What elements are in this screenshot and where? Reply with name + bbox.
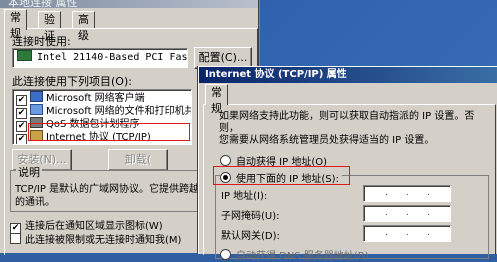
tab-authentication[interactable]: 验证 — [38, 11, 61, 42]
network-adapter-icon — [17, 50, 32, 61]
manual-ip-highlight-box — [213, 166, 350, 185]
ip-address-label: IP 地址(I): — [221, 191, 268, 202]
list-item-label: Microsoft 网络客户端 — [46, 93, 145, 104]
tab-general[interactable]: 常规 — [4, 9, 27, 40]
description-text-line2: 的通讯。 — [15, 197, 55, 208]
subnet-mask-input[interactable]: ... — [363, 205, 451, 222]
tcpip-highlight-box — [28, 123, 190, 141]
tcpip-dialog-titlebar: Internet 协议 (TCP/IP) 属性 — [199, 67, 497, 83]
tcpip-dialog-title: Internet 协议 (TCP/IP) 属性 — [205, 69, 347, 80]
radio-unselected-icon[interactable] — [220, 249, 231, 260]
connection-dialog-title: 本地连接 属性 — [8, 0, 78, 8]
ip-address-input[interactable]: ... — [363, 185, 451, 202]
network-client-icon — [30, 91, 43, 102]
connection-dialog-titlebar: 本地连接 属性 — [0, 0, 258, 8]
tab-advanced[interactable]: 高级 — [72, 11, 95, 42]
tcpip-properties-dialog: Internet 协议 (TCP/IP) 属性 常规 如果网络支持此功能，则可以… — [198, 66, 497, 262]
list-item-label: Microsoft 网络的文件和打印机共享 — [46, 106, 192, 117]
list-item[interactable]: ✔ Microsoft 网络的文件和打印机共享 — [16, 104, 192, 119]
tab-general[interactable]: 常规 — [205, 84, 228, 115]
checkbox-unchecked-icon[interactable] — [10, 233, 21, 244]
default-gateway-input[interactable]: ... — [363, 225, 451, 242]
uninstall-button[interactable]: 卸载( — [108, 149, 168, 171]
adapter-field: Intel 21140-Based PCI Fast Et! — [12, 48, 188, 68]
default-gateway-label: 默认网关(D): — [221, 231, 280, 242]
notify-label: 此连接被限制或无连接时通知我(M) — [25, 235, 182, 246]
checkbox-checked-icon[interactable]: ✔ — [16, 134, 27, 144]
file-share-icon — [30, 104, 43, 115]
list-item[interactable]: ✔ Microsoft 网络客户端 — [16, 91, 145, 106]
items-label: 此连接使用下列项目(O): — [12, 75, 132, 88]
adapter-name: Intel 21140-Based PCI Fast Et! — [37, 52, 188, 63]
notify-option[interactable]: 此连接被限制或无连接时通知我(M) — [10, 231, 181, 246]
tcpip-description-line2: 您需要从网络系统管理员处获得适当的 IP 设置。 — [219, 135, 435, 146]
auto-dns-option[interactable]: 自动获得 DNS 服务器地址(B) — [220, 247, 369, 262]
tcpip-description: 如果网络支持此功能，则可以获取自动指派的 IP 设置。否则， 您需要从网络系统管… — [219, 111, 487, 147]
radio-unselected-icon[interactable] — [220, 155, 231, 166]
subnet-mask-label: 子网掩码(U): — [221, 211, 280, 222]
tcpip-description-line1: 如果网络支持此功能，则可以获取自动指派的 IP 设置。否则， — [219, 111, 475, 134]
description-group-label: 说明 — [16, 164, 42, 180]
